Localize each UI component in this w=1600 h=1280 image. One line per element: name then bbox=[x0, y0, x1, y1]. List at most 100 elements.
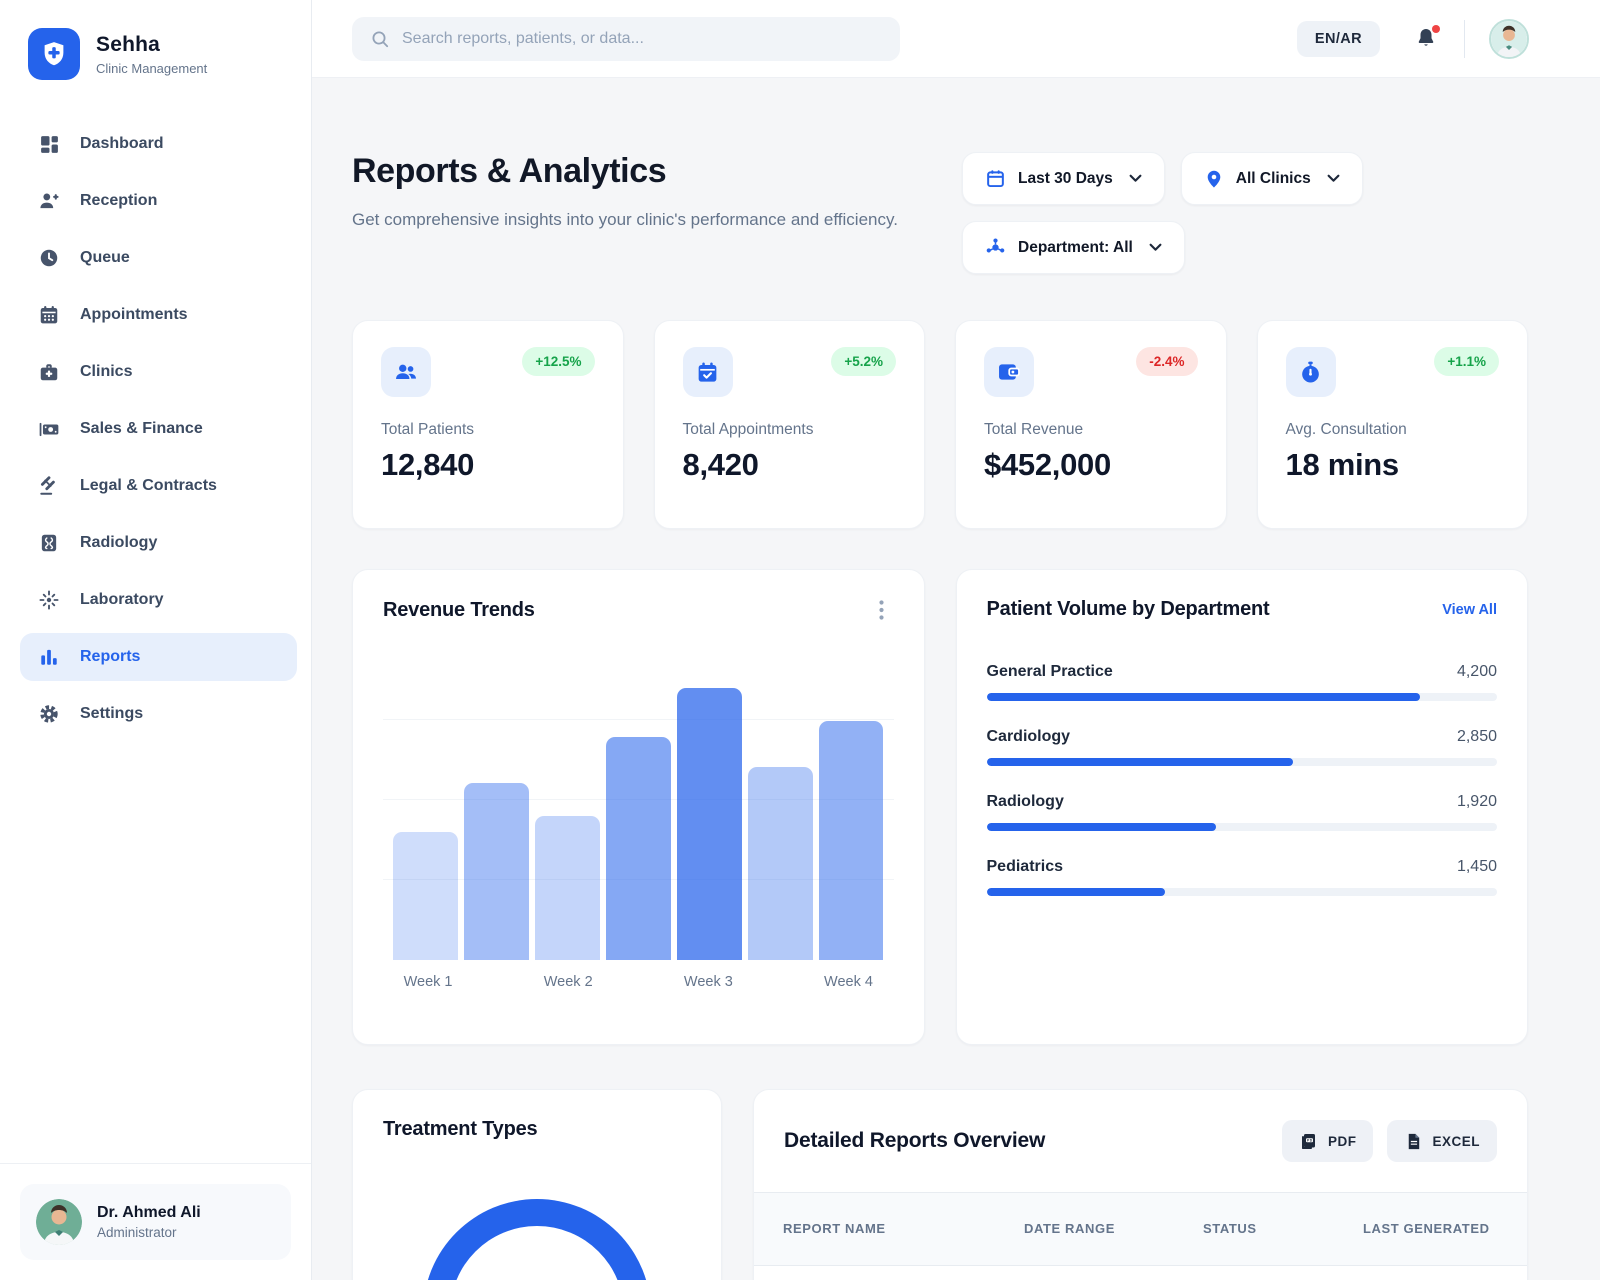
sales-finance-icon bbox=[38, 418, 60, 440]
progress-fill bbox=[987, 758, 1293, 766]
sidebar-item-label: Laboratory bbox=[80, 591, 164, 609]
department-name: Pediatrics bbox=[987, 858, 1063, 876]
sidebar-item-reception[interactable]: Reception bbox=[20, 177, 297, 225]
sidebar-item-label: Sales & Finance bbox=[80, 420, 203, 438]
user-profile-card[interactable]: Dr. Ahmed Ali Administrator bbox=[20, 1184, 291, 1260]
reports-table-header: Report NameDate RangeStatusLast Generate… bbox=[754, 1192, 1527, 1266]
department-name: General Practice bbox=[987, 663, 1113, 681]
header-avatar[interactable] bbox=[1489, 19, 1529, 59]
progress-track bbox=[987, 758, 1498, 766]
sidebar-item-label: Legal & Contracts bbox=[80, 477, 217, 495]
sidebar-item-clinics[interactable]: Clinics bbox=[20, 348, 297, 396]
view-all-link[interactable]: View All bbox=[1442, 602, 1497, 618]
legal-contracts-icon bbox=[38, 475, 60, 497]
stat-value: 12,840 bbox=[381, 447, 595, 483]
export-pdf-button[interactable]: PDF PDF bbox=[1282, 1120, 1374, 1162]
department-icon bbox=[985, 237, 1006, 258]
patient-volume-title: Patient Volume by Department bbox=[987, 598, 1270, 621]
user-name: Dr. Ahmed Ali bbox=[97, 1204, 201, 1222]
sidebar-item-dashboard[interactable]: Dashboard bbox=[20, 120, 297, 168]
filter-button-department-all[interactable]: Department: All bbox=[962, 221, 1185, 274]
language-toggle-button[interactable]: EN/AR bbox=[1297, 21, 1380, 57]
sidebar-item-radiology[interactable]: Radiology bbox=[20, 519, 297, 567]
user-avatar bbox=[36, 1199, 82, 1245]
sidebar-nav: Dashboard Reception Queue Appointments C… bbox=[0, 120, 311, 1163]
sidebar-item-legal-contracts[interactable]: Legal & Contracts bbox=[20, 462, 297, 510]
department-name: Radiology bbox=[987, 793, 1064, 811]
main-content: Reports & Analytics Get comprehensive in… bbox=[312, 78, 1600, 1280]
sidebar-item-queue[interactable]: Queue bbox=[20, 234, 297, 282]
filter-button-all-clinics[interactable]: All Clinics bbox=[1181, 152, 1363, 205]
stat-value: 18 mins bbox=[1286, 447, 1500, 483]
panel-menu-button[interactable] bbox=[870, 598, 894, 622]
sidebar-item-settings[interactable]: Settings bbox=[20, 690, 297, 738]
filter-label: All Clinics bbox=[1236, 170, 1311, 188]
brand-name: Sehha bbox=[96, 33, 207, 57]
page-title: Reports & Analytics bbox=[352, 152, 898, 191]
department-name: Cardiology bbox=[987, 728, 1071, 746]
notifications-button[interactable] bbox=[1414, 26, 1440, 52]
stat-card-total-revenue: -2.4% Total Revenue $452,000 bbox=[955, 320, 1227, 529]
sidebar-item-appointments[interactable]: Appointments bbox=[20, 291, 297, 339]
stat-label: Total Patients bbox=[381, 421, 595, 439]
x-axis-gap bbox=[463, 974, 533, 990]
sidebar-item-label: Queue bbox=[80, 249, 130, 267]
department-value: 4,200 bbox=[1457, 663, 1497, 681]
export-excel-button[interactable]: EXCEL bbox=[1387, 1120, 1497, 1162]
chevron-down-icon bbox=[1129, 174, 1142, 183]
pdf-icon: PDF bbox=[1299, 1131, 1319, 1151]
progress-track bbox=[987, 823, 1498, 831]
radiology-icon bbox=[38, 532, 60, 554]
sidebar-item-reports[interactable]: Reports bbox=[20, 633, 297, 681]
x-axis-label: Week 3 bbox=[673, 974, 743, 990]
progress-fill bbox=[987, 693, 1421, 701]
search-placeholder: Search reports, patients, or data... bbox=[402, 30, 644, 48]
stat-card-total-patients: +12.5% Total Patients 12,840 bbox=[352, 320, 624, 529]
revenue-trends-title: Revenue Trends bbox=[383, 599, 535, 622]
stat-label: Total Appointments bbox=[683, 421, 897, 439]
topbar: Search reports, patients, or data... EN/… bbox=[312, 0, 1600, 78]
column-header-last-generated: Last Generated bbox=[1363, 1219, 1493, 1239]
revenue-bar bbox=[535, 816, 600, 960]
stat-label: Avg. Consultation bbox=[1286, 421, 1500, 439]
search-input[interactable]: Search reports, patients, or data... bbox=[352, 17, 900, 61]
treatment-types-donut-chart: 100% bbox=[423, 1199, 651, 1280]
progress-fill bbox=[987, 823, 1217, 831]
x-axis-label: Week 4 bbox=[813, 974, 883, 990]
stopwatch-icon bbox=[1286, 347, 1336, 397]
wallet-icon bbox=[984, 347, 1034, 397]
appointment-check-icon bbox=[683, 347, 733, 397]
reports-icon bbox=[38, 646, 60, 668]
revenue-bar-chart bbox=[383, 688, 894, 960]
volume-row-general-practice: General Practice 4,200 bbox=[987, 663, 1498, 701]
x-axis-label: Week 2 bbox=[533, 974, 603, 990]
stat-label: Total Revenue bbox=[984, 421, 1198, 439]
queue-icon bbox=[38, 247, 60, 269]
department-value: 1,450 bbox=[1457, 858, 1497, 876]
sidebar-item-sales-finance[interactable]: Sales & Finance bbox=[20, 405, 297, 453]
sidebar: Sehha Clinic Management Dashboard Recept… bbox=[0, 0, 312, 1280]
stat-value: 8,420 bbox=[683, 447, 897, 483]
revenue-bar bbox=[819, 721, 884, 960]
reports-table-body bbox=[754, 1266, 1527, 1280]
dashboard-icon bbox=[38, 133, 60, 155]
x-axis-gap bbox=[603, 974, 673, 990]
stat-cards: +12.5% Total Patients 12,840 +5.2% Total… bbox=[352, 320, 1528, 529]
patients-icon bbox=[381, 347, 431, 397]
treatment-types-panel: Treatment Types 100% bbox=[352, 1089, 722, 1280]
stat-value: $452,000 bbox=[984, 447, 1198, 483]
chevron-down-icon bbox=[1327, 174, 1340, 183]
revenue-bar bbox=[606, 737, 671, 960]
filter-label: Department: All bbox=[1018, 239, 1133, 257]
location-icon bbox=[1204, 169, 1224, 189]
sidebar-item-label: Clinics bbox=[80, 363, 132, 381]
change-badge: +5.2% bbox=[831, 347, 896, 376]
revenue-bar bbox=[393, 832, 458, 960]
filter-button-last-30-days[interactable]: Last 30 Days bbox=[962, 152, 1165, 205]
sidebar-item-laboratory[interactable]: Laboratory bbox=[20, 576, 297, 624]
treatment-types-title: Treatment Types bbox=[383, 1118, 691, 1141]
brand-subtitle: Clinic Management bbox=[96, 61, 207, 76]
topbar-divider bbox=[1464, 20, 1465, 58]
chevron-down-icon bbox=[1149, 243, 1162, 252]
search-icon bbox=[370, 29, 390, 49]
